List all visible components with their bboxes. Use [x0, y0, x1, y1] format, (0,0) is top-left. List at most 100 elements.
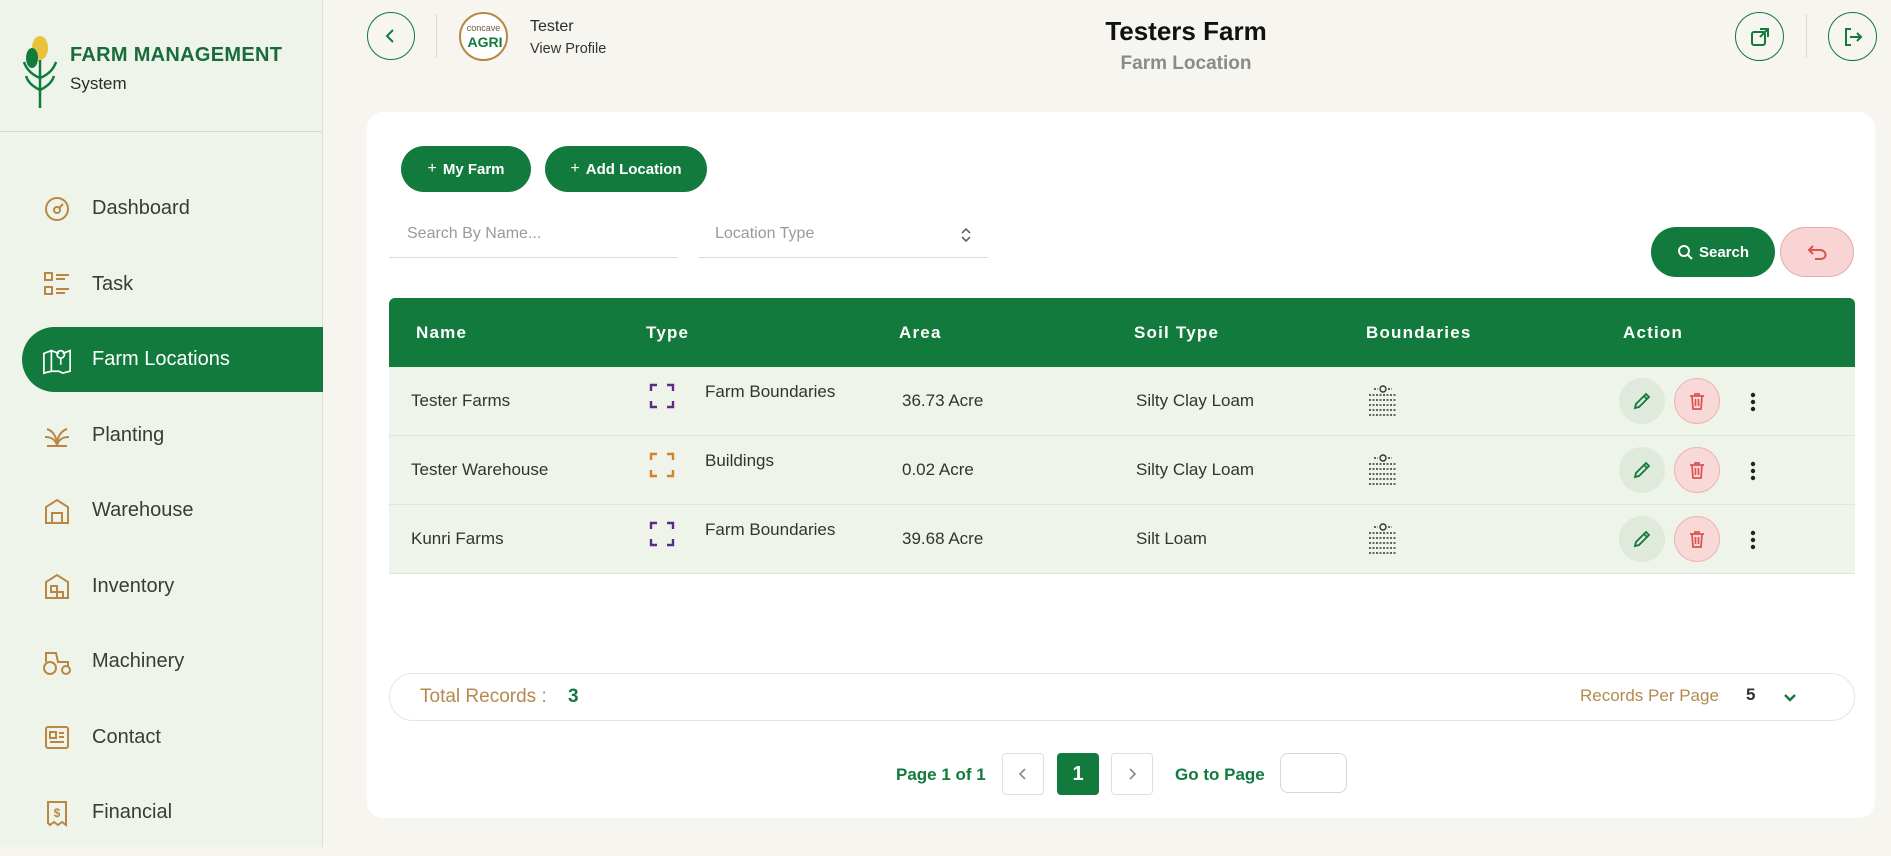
cell-soil: Silty Clay Loam: [1136, 460, 1255, 479]
cell-type: Farm Boundaries: [649, 520, 836, 547]
current-page-button[interactable]: 1: [1057, 753, 1099, 795]
wheat-logo-icon: [22, 36, 58, 108]
search-input[interactable]: [405, 223, 678, 244]
view-profile-link[interactable]: View Profile: [530, 41, 606, 57]
sidebar-item-label: Planting: [92, 423, 165, 446]
back-button[interactable]: [367, 12, 415, 60]
search-button[interactable]: Search: [1651, 227, 1775, 277]
delete-button[interactable]: [1674, 447, 1720, 493]
delete-button[interactable]: [1674, 378, 1720, 424]
records-per-page-value[interactable]: 5: [1746, 685, 1755, 705]
main-card: + My Farm + Add Location Location Type S…: [367, 112, 1875, 818]
sidebar-item-farm-locations[interactable]: Farm Locations: [22, 327, 323, 392]
more-options-icon[interactable]: [1743, 458, 1763, 484]
location-type-select[interactable]: Location Type: [699, 210, 988, 258]
cell-type: Buildings: [649, 451, 774, 478]
sidebar-item-label: Inventory: [92, 574, 175, 597]
go-to-page-label: Go to Page: [1175, 765, 1265, 784]
cell-area: 39.68 Acre: [902, 529, 984, 548]
cell-soil: Silt Loam: [1136, 529, 1207, 548]
more-options-icon[interactable]: [1743, 527, 1763, 553]
edit-button[interactable]: [1619, 378, 1665, 424]
sidebar-item-contact[interactable]: Contact: [22, 705, 323, 770]
search-field: [389, 210, 678, 258]
sidebar-item-label: Task: [92, 272, 134, 295]
more-options-icon[interactable]: [1743, 389, 1763, 415]
boundary-frame-icon: [649, 452, 675, 478]
sidebar-item-warehouse[interactable]: Warehouse: [22, 478, 323, 543]
sidebar-item-machinery[interactable]: Machinery: [22, 629, 323, 694]
plus-icon: +: [570, 160, 580, 177]
pencil-icon: [1633, 392, 1651, 410]
brand: FARM MANAGEMENT System: [20, 30, 310, 110]
receipt-dollar-icon: $: [42, 798, 72, 828]
boundary-frame-icon: [649, 383, 675, 409]
column-header: Soil Type: [1134, 322, 1220, 342]
search-icon: [1677, 245, 1693, 260]
chevron-left-icon: [1018, 768, 1026, 780]
company-logo-icon: concave AGRI: [467, 23, 503, 50]
next-page-button[interactable]: [1111, 753, 1153, 795]
chevron-down-icon[interactable]: [1780, 688, 1800, 708]
logout-button[interactable]: [1828, 12, 1877, 61]
share-button[interactable]: [1735, 12, 1784, 61]
boundaries-icon[interactable]: [1366, 385, 1400, 422]
location-type-placeholder: Location Type: [715, 224, 815, 242]
chevron-left-icon: [385, 29, 394, 43]
table-row[interactable]: Tester Warehouse Buildings 0.02 Acre Sil…: [389, 436, 1855, 505]
cell-name: Tester Farms: [411, 391, 511, 410]
table-row[interactable]: Tester Farms Farm Boundaries 36.73 Acre …: [389, 367, 1855, 436]
sidebar-item-label: Warehouse: [92, 499, 194, 521]
page-info: Page 1 of 1: [896, 765, 986, 784]
checklist-icon: [42, 269, 72, 299]
pagination: Page 1 of 1 1 Go to Page: [367, 752, 1875, 796]
avatar[interactable]: concave AGRI: [459, 12, 508, 61]
edit-button[interactable]: [1619, 447, 1665, 493]
go-to-page-input[interactable]: [1280, 753, 1347, 793]
total-records-label: Total Records :: [420, 686, 547, 707]
header-divider: [1806, 14, 1807, 58]
sidebar-item-dashboard[interactable]: Dashboard: [22, 176, 323, 241]
cell-area: 0.02 Acre: [902, 460, 974, 479]
svg-text:$: $: [54, 806, 61, 820]
pencil-icon: [1633, 530, 1651, 548]
total-records-value: 3: [568, 686, 579, 707]
boundary-frame-icon: [649, 521, 675, 547]
trash-icon: [1690, 531, 1704, 548]
gauge-icon: [42, 194, 72, 224]
type-label: Farm Boundaries: [705, 382, 836, 401]
my-farm-button[interactable]: + My Farm: [401, 146, 531, 192]
trash-icon: [1690, 393, 1704, 410]
reset-button[interactable]: [1780, 227, 1854, 277]
column-header: Name: [416, 322, 468, 342]
sidebar-item-financial[interactable]: $ Financial: [22, 780, 323, 845]
cell-area: 36.73 Acre: [902, 391, 984, 410]
type-label: Buildings: [705, 451, 774, 470]
type-label: Farm Boundaries: [705, 520, 836, 539]
brand-subtitle: System: [70, 74, 127, 93]
boundaries-icon[interactable]: [1366, 454, 1400, 491]
delete-button[interactable]: [1674, 516, 1720, 562]
column-header: Area: [899, 322, 942, 342]
sidebar-divider: [0, 131, 322, 132]
cell-name: Kunri Farms: [411, 529, 504, 548]
sidebar-item-planting[interactable]: Planting: [22, 403, 323, 468]
boundaries-icon[interactable]: [1366, 523, 1400, 560]
warehouse-icon: [42, 496, 72, 526]
prev-page-button[interactable]: [1002, 753, 1044, 795]
sidebar-item-inventory[interactable]: Inventory: [22, 554, 323, 619]
locations-table: Name Type Area Soil Type Boundaries Acti…: [389, 298, 1855, 574]
records-per-page-label: Records Per Page: [1580, 686, 1719, 705]
trash-icon: [1690, 462, 1704, 479]
sidebar-item-label: Financial: [92, 801, 173, 823]
sidebar-nav: Dashboard Task Farm Locations Planting W…: [22, 176, 323, 856]
sidebar-item-task[interactable]: Task: [22, 252, 323, 317]
user-name: Tester: [530, 18, 574, 35]
cell-name: Tester Warehouse: [411, 460, 549, 479]
edit-button[interactable]: [1619, 516, 1665, 562]
sidebar-item-label: Dashboard: [92, 197, 190, 219]
svg-text:concave: concave: [467, 23, 501, 33]
table-row[interactable]: Kunri Farms Farm Boundaries 39.68 Acre S…: [389, 505, 1855, 574]
add-location-button[interactable]: + Add Location: [545, 146, 707, 192]
column-header: Boundaries: [1366, 322, 1472, 342]
